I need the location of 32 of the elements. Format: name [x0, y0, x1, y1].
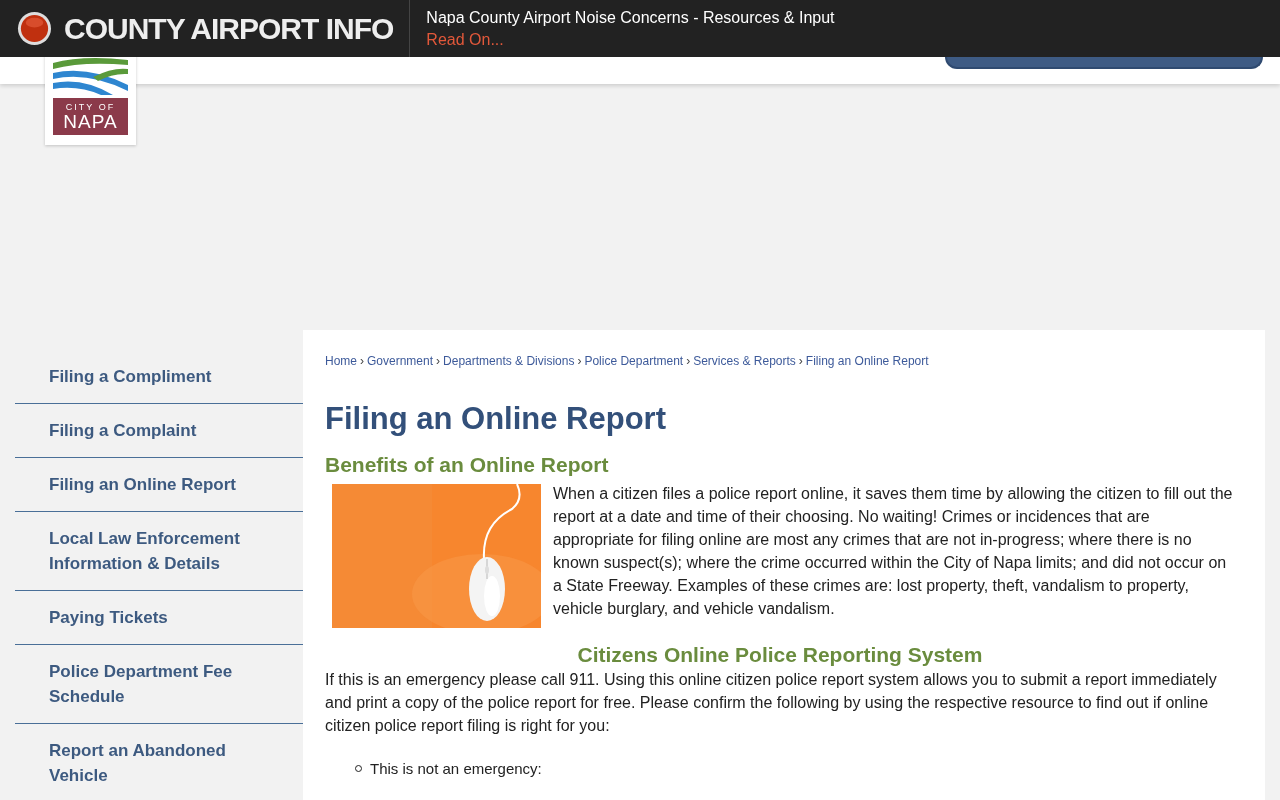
breadcrumb-link[interactable]: Filing an Online Report [805, 352, 929, 370]
breadcrumb-separator: › [798, 353, 803, 370]
alert-title: COUNTY AIRPORT INFO [64, 11, 394, 47]
sidebar-link[interactable]: Paying Tickets [49, 605, 287, 630]
breadcrumb-link[interactable]: Home [325, 352, 357, 370]
sidebar-link[interactable]: Report an Abandoned Vehicle [49, 738, 287, 788]
breadcrumb-link[interactable]: Police Department [584, 352, 684, 370]
breadcrumb-separator: › [436, 353, 441, 370]
sidebar-link[interactable]: Filing a Compliment [49, 364, 287, 389]
breadcrumb-link[interactable]: Services & Reports [693, 352, 796, 370]
list-item-text: This is not an emergency: [370, 759, 542, 779]
alert-dot-icon [17, 11, 52, 46]
page-title: Filing an Online Report [325, 400, 667, 438]
breadcrumb-link[interactable]: Departments & Divisions [443, 352, 575, 370]
breadcrumb-separator: › [686, 353, 691, 370]
logo-text: CITY OF [65, 102, 116, 112]
body-text: When a citizen files a police report online, it saves them time by allowing the citizen to fill out the report at a date and time of their choosing. No waiting! Crimes or incidences that are appropriate for filing online are most any crimes that are not in-progress; where there is no known suspect(s); where the crime occurred within the City of Napa limits; and did not occur on a State Freeway. Examples of these crimes are: lost property, theft, vandalism to property, vehicle burglary, and vehicle vandalism. [553, 484, 1234, 619]
section-heading: Benefits of an Online Report [325, 452, 610, 478]
search-field[interactable] [945, 57, 1263, 69]
hills-icon [53, 55, 128, 95]
read-on-link[interactable]: Read On... [426, 28, 835, 51]
breadcrumb-separator: › [577, 353, 582, 370]
breadcrumb-separator: › [360, 353, 364, 370]
breadcrumb-link[interactable]: Government [367, 352, 434, 370]
alert-message: Napa County Airport Noise Concerns - Resources & Input [426, 7, 835, 28]
sidebar-link[interactable]: Filing an Online Report [49, 472, 287, 497]
logo-text: NAPA [63, 111, 118, 131]
section-heading: Citizens Online Police Reporting System [576, 642, 984, 668]
sidebar-link[interactable]: Filing a Complaint [49, 418, 287, 443]
sidebar-link[interactable]: Police Department Fee Schedule [49, 659, 287, 709]
sidebar-link[interactable]: Local Law Enforcement Information & Details [49, 526, 287, 576]
body-text: If this is an emergency please call 911. Using this online citizen police report system allows you to submit a report immediately and print a copy of the police report for free. Please confirm the following by using the respective resource to find out if online citizen police report filing is right for you: [325, 670, 1218, 736]
